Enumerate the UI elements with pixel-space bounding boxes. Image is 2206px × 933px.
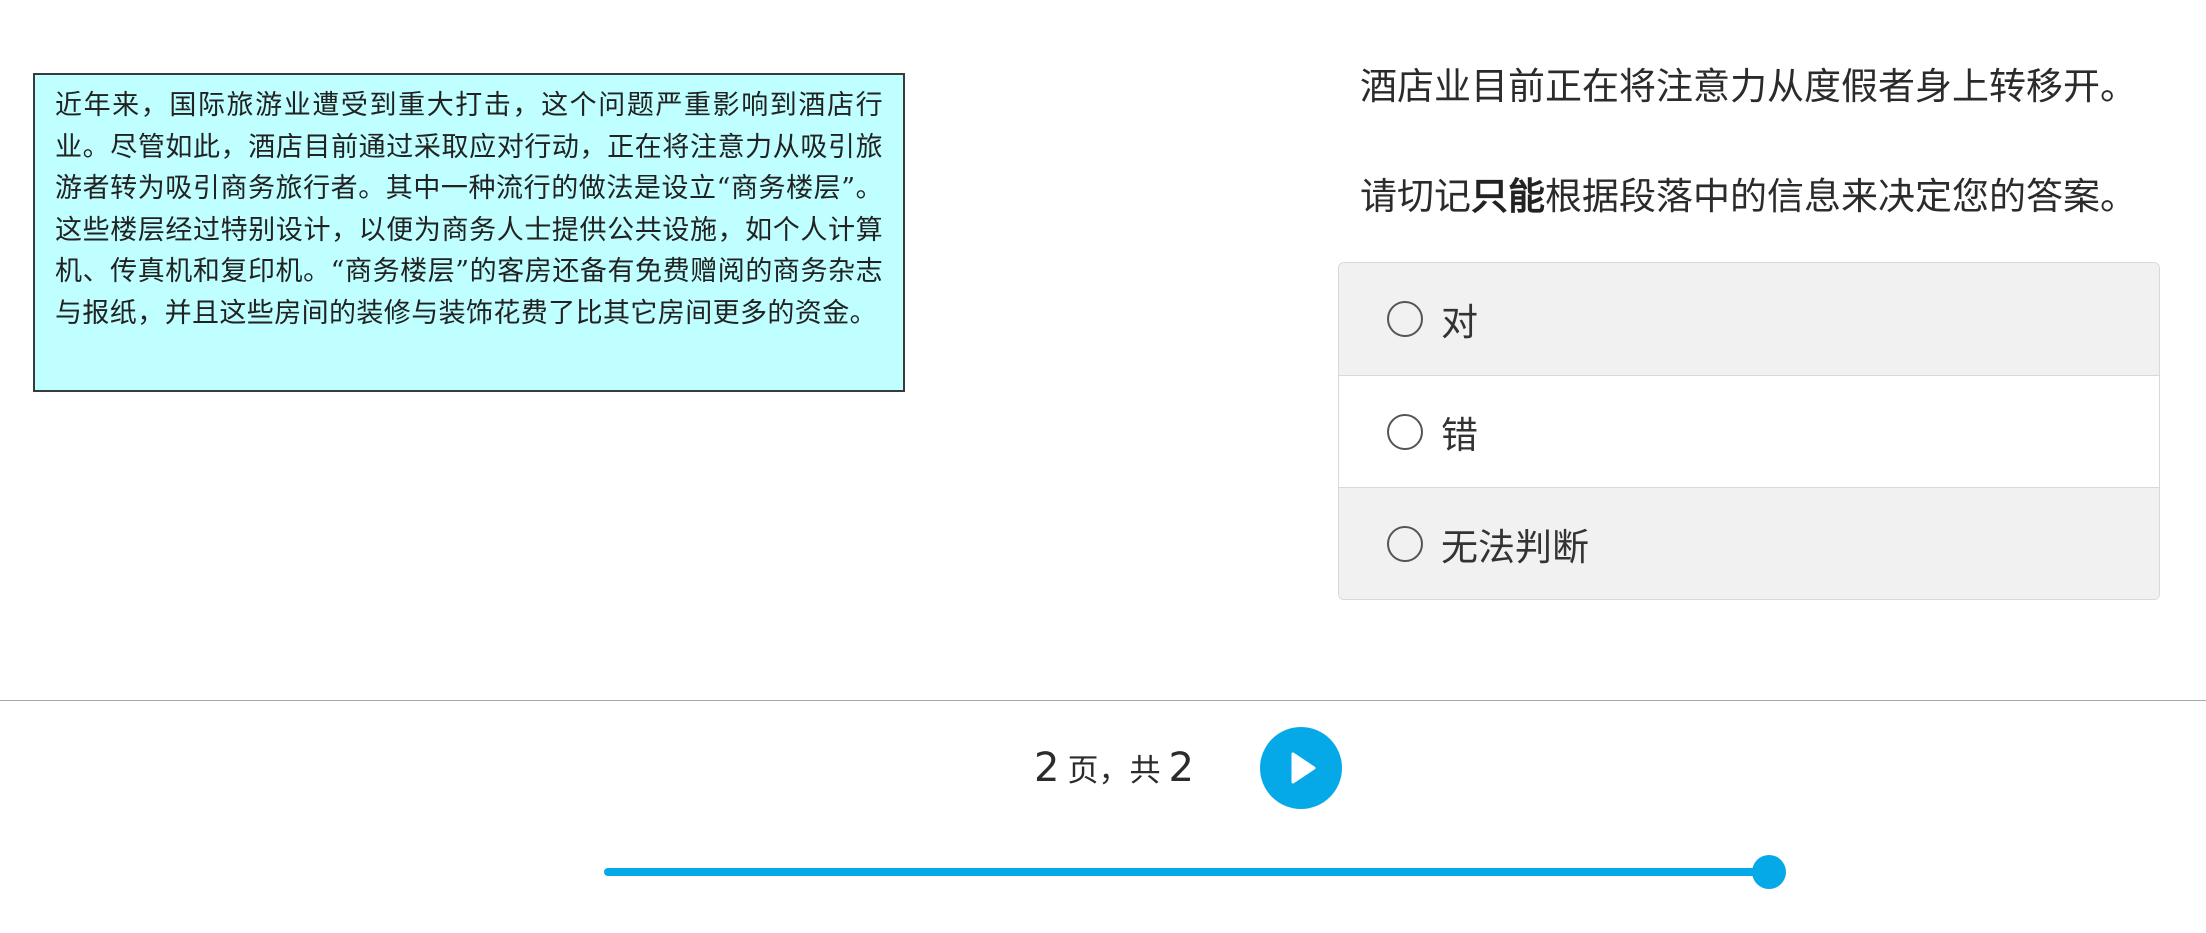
instruction-text: 请切记只能根据段落中的信息来决定您的答案。 bbox=[1360, 172, 2180, 222]
assessment-page: 近年来，国际旅游业遭受到重大打击，这个问题严重影响到酒店行业。尽管如此，酒店目前… bbox=[0, 0, 2206, 933]
option-label: 无法判断 bbox=[1441, 525, 1589, 569]
progress-slider[interactable] bbox=[604, 855, 1786, 889]
instruction-emphasis: 只能 bbox=[1471, 175, 1545, 218]
option-false[interactable]: 错 bbox=[1339, 375, 2159, 487]
radio-button[interactable] bbox=[1387, 525, 1423, 562]
instruction-after: 根据段落中的信息来决定您的答案。 bbox=[1545, 175, 2137, 218]
page-indicator: 2 页，共 2 bbox=[1034, 745, 1194, 795]
progress-thumb[interactable] bbox=[1752, 855, 1786, 889]
option-cannot-say[interactable]: 无法判断 bbox=[1339, 487, 2159, 599]
footer-divider bbox=[0, 700, 2206, 701]
option-label: 对 bbox=[1441, 301, 1478, 344]
option-true[interactable]: 对 bbox=[1339, 263, 2159, 375]
next-button[interactable] bbox=[1260, 727, 1342, 809]
instruction-before: 请切记 bbox=[1360, 175, 1471, 218]
radio-button[interactable] bbox=[1387, 301, 1423, 337]
radio-button[interactable] bbox=[1387, 413, 1423, 450]
current-page: 2 bbox=[1034, 745, 1060, 791]
progress-track bbox=[604, 868, 1769, 876]
answer-options: 对 错 无法判断 bbox=[1338, 262, 2160, 600]
question-statement: 酒店业目前正在将注意力从度假者身上转移开。 bbox=[1360, 65, 2137, 108]
total-pages: 2 bbox=[1168, 745, 1194, 791]
passage-box: 近年来，国际旅游业遭受到重大打击，这个问题严重影响到酒店行业。尽管如此，酒店目前… bbox=[33, 73, 905, 392]
page-word: 页，共 bbox=[1067, 753, 1161, 789]
play-icon bbox=[1291, 752, 1316, 784]
option-label: 错 bbox=[1441, 413, 1478, 457]
